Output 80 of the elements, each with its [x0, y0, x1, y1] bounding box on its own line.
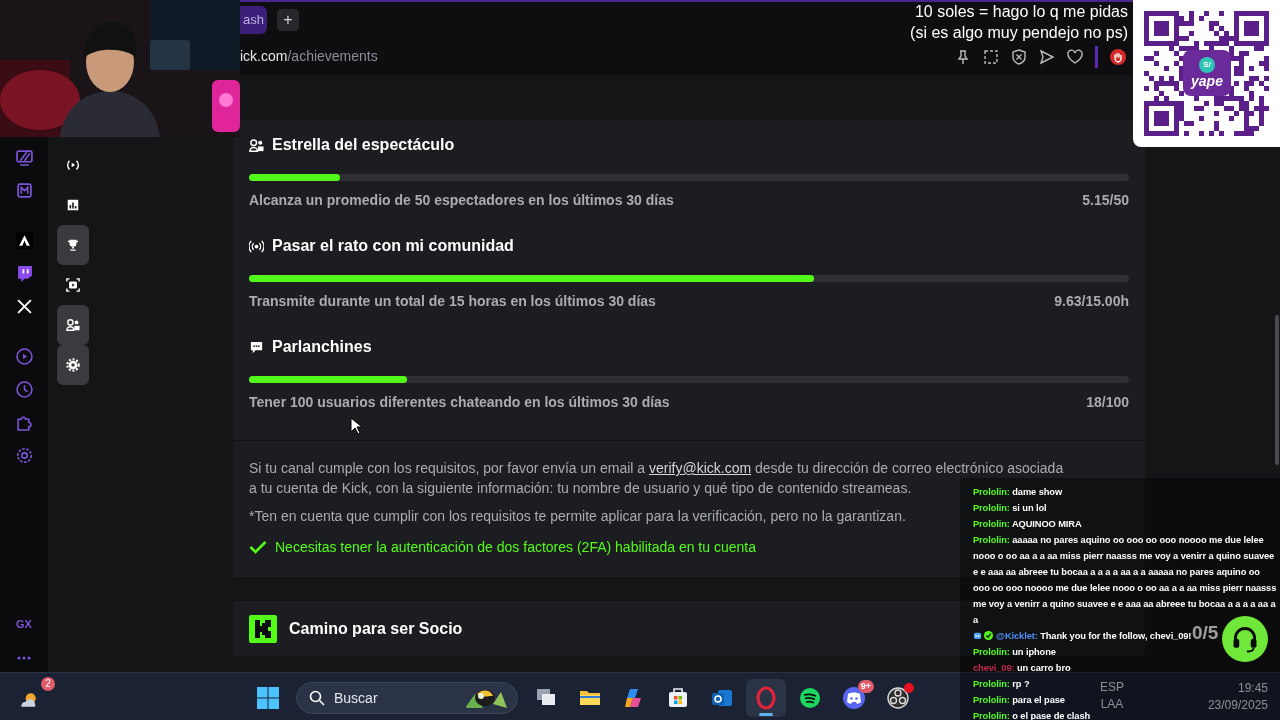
- send-icon[interactable]: [1039, 48, 1055, 65]
- disclaimer-note: *Ten en cuenta que cumplir con los requisitos te permite aplicar para la verificación, pero no la garantizan.: [249, 507, 906, 526]
- broadcast-icon: [249, 238, 264, 254]
- info-paragraph: a tu cuenta de Kick, con la siguiente información: tu nombre de usuario y qué tipo de contenido streameas.: [249, 479, 912, 498]
- section-title: Camino para ser Socio: [289, 618, 463, 639]
- clock-date[interactable]: 23/09/2025: [1207, 697, 1268, 714]
- more-icon[interactable]: [17, 656, 31, 660]
- settings-icon: [66, 358, 80, 372]
- language-label[interactable]: LAA: [1100, 696, 1124, 713]
- chat-message: @Kicklet: Thank you for the follow, chevi_09!: [973, 628, 1192, 644]
- progress-value: 9.63/15.00h: [1054, 291, 1129, 311]
- screen-icon[interactable]: [15, 149, 33, 166]
- notification-badge: 2: [41, 677, 55, 691]
- nav-button[interactable]: [57, 305, 89, 345]
- chat-message: chevi_09: un carro bro: [973, 662, 1071, 675]
- verified-icon: [984, 631, 994, 640]
- achievement-title: Parlanchines: [272, 337, 372, 357]
- achievement-description: Alcanza un promedio de 50 espectadores en los últimos 30 días: [249, 190, 674, 210]
- achievement-description: Transmite durante un total de 15 horas en los últimos 30 días: [249, 291, 656, 311]
- overlay-caption: (si es algo muy pendejo no ps): [910, 23, 1128, 43]
- chat-message: Prololin: un iphone: [973, 646, 1056, 659]
- chat-message: Prololin: para el pase: [973, 694, 1065, 707]
- search-icon: [309, 690, 325, 706]
- chat-message: Prololin: dame show: [973, 486, 1063, 499]
- chat-message: Prololin: o el pase de clash: [973, 710, 1091, 720]
- achievement-title: Estrella del espectáculo: [272, 135, 455, 155]
- browser-tab[interactable]: ash: [240, 6, 267, 34]
- chat-message: Prololin: rp ?: [973, 678, 1030, 691]
- chat-bubble-icon: [249, 339, 264, 355]
- trophy-icon: [66, 238, 80, 252]
- requirement-text: Necesitas tener la autenticación de dos factores (2FA) habilitada en tu cuenta: [275, 537, 756, 557]
- headset-icon[interactable]: [1222, 616, 1268, 662]
- chat-bubble-icon[interactable]: [15, 265, 33, 282]
- heart-icon[interactable]: [1067, 48, 1083, 65]
- nav-button[interactable]: [57, 225, 89, 265]
- chat-message: Prololin: AQUINOO MIRA: [973, 518, 1082, 531]
- video-frame-icon: [66, 278, 80, 292]
- currency-badge: S/: [1199, 57, 1215, 73]
- email-link[interactable]: verify@kick.com: [649, 460, 752, 476]
- bar-chart-icon: [66, 198, 80, 212]
- play-circle-icon[interactable]: [15, 348, 33, 365]
- progress-value: 18/100: [1086, 392, 1129, 412]
- overlay-caption: 10 soles = hago lo q me pidas: [914, 2, 1128, 22]
- user-list-icon: [249, 137, 264, 153]
- cursor-icon: [350, 417, 362, 435]
- nav-button[interactable]: [57, 345, 89, 385]
- qr-code-icon: [1144, 11, 1269, 136]
- user-list-icon: [66, 318, 80, 332]
- snapshot-icon[interactable]: [983, 48, 999, 65]
- puzzle-icon[interactable]: [15, 414, 33, 431]
- clock-icon[interactable]: [15, 381, 33, 398]
- brand-label: GX: [16, 616, 32, 632]
- broadcast-icon: [66, 158, 80, 172]
- notification-badge: 9+: [857, 680, 874, 693]
- k-logo-icon: [249, 614, 277, 643]
- peak-icon[interactable]: [15, 232, 33, 249]
- x-icon[interactable]: [15, 298, 33, 315]
- robot-icon: [973, 631, 982, 640]
- memo-icon[interactable]: [15, 182, 33, 199]
- logo-text: yape: [1191, 73, 1223, 89]
- music-icon: [798, 686, 822, 710]
- settings-icon[interactable]: [15, 447, 33, 464]
- achievement-description: Tener 100 usuarios diferentes chateando en los últimos 30 días: [249, 392, 670, 412]
- store-icon: [666, 686, 690, 710]
- language-label[interactable]: ESP: [1100, 679, 1124, 696]
- block-icon[interactable]: [1011, 48, 1027, 65]
- progress-value: 5.15/50: [1082, 190, 1129, 210]
- taskbar-app[interactable]: 9+: [834, 679, 874, 717]
- pin-icon[interactable]: [955, 48, 971, 65]
- achievement-title: Pasar el rato con mi comunidad: [272, 236, 514, 256]
- clock-time[interactable]: 19:45: [1237, 680, 1268, 697]
- info-paragraph: Si tu canal cumple con los requisitos, por favor envía un email a verify@kick.com desde tu dirección de correo electrónico asociada: [249, 459, 1064, 478]
- taskbar-app[interactable]: [746, 679, 786, 717]
- chat-message: Prololin: si un lol: [973, 502, 1047, 515]
- ring-icon: [754, 686, 778, 710]
- hand-icon[interactable]: [1110, 48, 1126, 65]
- aperture-icon: [886, 686, 910, 710]
- address-bar[interactable]: ick.com/achievements: [240, 46, 955, 67]
- new-tab-button[interactable]: +: [276, 9, 299, 31]
- search-box[interactable]: Buscar: [296, 682, 518, 714]
